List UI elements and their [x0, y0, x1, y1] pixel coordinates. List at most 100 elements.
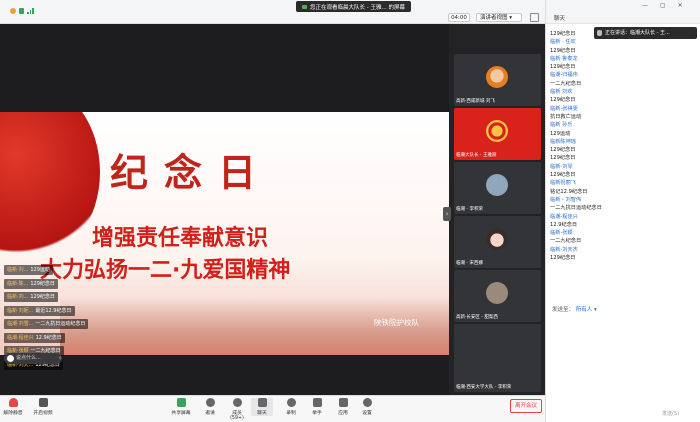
speaking-indicator: 正在讲话：临潮大队长 - 王... — [594, 27, 697, 39]
chat-title: 聊天 — [554, 16, 566, 22]
settings-button[interactable]: 设置 — [356, 398, 378, 416]
chat-button[interactable]: 聊天 — [251, 398, 273, 416]
chat-message: 129纪念日 — [550, 64, 576, 71]
chat-sender[interactable]: 临新 · 任欢 — [550, 38, 696, 46]
chat-sender[interactable]: 临新-张祺雯 — [550, 105, 696, 113]
mute-button[interactable]: 解除静音 — [2, 398, 24, 416]
video-tile[interactable]: 高新·长安区 - 甜梨西 — [454, 270, 541, 322]
chat-sender[interactable]: 临新 刘欢 — [550, 88, 696, 96]
minimize-icon[interactable]: — — [642, 2, 648, 9]
chat-sender[interactable]: 临潮-程佳兴 — [550, 213, 696, 221]
avatar — [486, 228, 508, 250]
overlay-chat-message: 临新·刘... 129纪念日 — [4, 292, 58, 302]
video-tile[interactable]: 临潮 - 宋西娜 — [454, 216, 541, 268]
overlay-chat-message: 临新·陈... 129纪念日 — [4, 278, 58, 289]
chat-message-list: 129纪念日 临新 · 任欢 129纪念日 临新·鲁泰龙 129纪念日 临潮-归福伟 一二九… — [550, 30, 696, 262]
microphone-off-icon — [8, 398, 18, 407]
chat-message: 129纪念日 — [550, 47, 576, 54]
record-button[interactable]: 录制 — [280, 398, 302, 416]
fullscreen-icon[interactable] — [530, 13, 539, 22]
chat-sender[interactable]: 临新-刘琴 — [550, 163, 696, 171]
gear-icon — [362, 398, 372, 407]
send-to-selector[interactable]: 发送至： 所有人 ▾ — [552, 305, 597, 313]
message-author: 临潮·程佳兴 — [7, 334, 34, 341]
chat-panel: 聊天 — ▢ ✕ 129纪念日 临新 · 任欢 129纪念日 临新·鲁泰龙 129纪念日… — [545, 0, 700, 422]
screen-icon — [302, 4, 307, 9]
participant-video-panel: 高新·西咸新城·刘飞 临潮大队长 - 王雅丽 临潮 - 李积荣 临潮 - 宋西娜… — [449, 24, 545, 395]
hand-icon — [312, 398, 322, 407]
add-user-icon — [205, 398, 215, 407]
send-button[interactable]: 发送(S) — [662, 410, 679, 417]
message-text: 最近12.9纪念日 — [35, 307, 72, 314]
microphone-icon — [597, 30, 602, 36]
avatar — [486, 174, 508, 196]
shield-icon — [19, 7, 24, 14]
slide-line-1: 增强责任奉献意识 — [92, 226, 269, 251]
video-tile[interactable]: 高新·西咸新城·刘飞 — [454, 54, 541, 106]
message-text: 129纪念日 — [30, 280, 55, 287]
message-text: 一二九抗日运动纪念日 — [35, 321, 86, 327]
chat-message: 一二九纪念日 — [550, 80, 582, 87]
avatar — [486, 282, 508, 304]
apps-grid-icon — [338, 398, 348, 407]
close-icon[interactable]: ✕ — [678, 2, 683, 9]
chat-message: 129纪念日 — [550, 255, 576, 262]
chat-sender[interactable]: 临新·鲁泰龙 — [550, 55, 696, 63]
overlay-chat-message: 临新·刘妮... 最近12.9纪念日 — [4, 305, 75, 316]
overlay-chat-input[interactable]: 说点什么... — [4, 353, 62, 364]
share-screen-button[interactable]: 共享屏幕 — [170, 398, 192, 416]
apps-button[interactable]: 应用 — [332, 398, 354, 416]
chat-message: 12.9纪念日 — [550, 221, 578, 228]
message-text: 129运动 — [30, 267, 50, 273]
chat-message: 一二九抗日运动纪念日 — [550, 205, 602, 212]
overlay-chat-message: 临潮·程佳兴 12.9纪念日 — [4, 332, 65, 343]
overlay-chat-message: 临新·刘... 129运动 — [4, 265, 53, 275]
chat-message: 129纪念日 — [550, 155, 576, 162]
raise-hand-button[interactable]: 举手 — [306, 398, 328, 416]
slide-organization: 陕铁院护校队 — [374, 318, 419, 327]
chat-message: 129纪念日 — [550, 147, 576, 154]
message-text: 12.9纪念日 — [35, 334, 62, 341]
meeting-timer: 04:00 — [448, 13, 470, 22]
invite-button[interactable]: 邀请 — [199, 398, 221, 416]
chat-input[interactable] — [550, 316, 697, 408]
screen-share-indicator[interactable]: 您正在观看临晨大队长 - 王雅... 的屏幕 — [296, 1, 411, 12]
status-dot-icon — [10, 7, 16, 14]
video-tile[interactable]: 临潮·西安大学大队 - 李积荣 — [454, 324, 541, 392]
chat-sender[interactable]: 临新-刘天杰 — [550, 246, 696, 254]
members-button[interactable]: 成员(59+) — [226, 398, 248, 421]
network-status[interactable] — [10, 7, 34, 14]
video-tile[interactable]: 临潮大队长 - 王雅丽 — [454, 108, 541, 160]
chevron-right-icon[interactable]: › — [443, 207, 451, 221]
video-button[interactable]: 开启视频 — [32, 398, 54, 416]
chat-message: 一二九纪念日 — [550, 238, 582, 245]
video-tile[interactable]: 临潮 - 李积荣 — [454, 162, 541, 214]
avatar — [486, 120, 508, 142]
chevron-left-icon[interactable]: ‹ — [56, 354, 64, 363]
message-author: 临新·刘... — [7, 267, 29, 273]
maximize-icon[interactable]: ▢ — [660, 2, 666, 9]
message-text: 129纪念日 — [30, 294, 55, 300]
meeting-top-bar: 您正在观看临晨大队长 - 王雅... 的屏幕 04:00 演讲者视图 ▾ — [0, 0, 545, 24]
avatar — [486, 66, 508, 88]
chat-sender[interactable]: 临潮-归福伟 — [550, 71, 696, 79]
view-mode-button[interactable]: 演讲者视图 ▾ — [476, 13, 522, 22]
leave-meeting-button[interactable]: 离开会议 — [510, 399, 542, 413]
message-author: 临新·刘妮... — [7, 307, 34, 314]
meeting-toolbar: 解除静音 开启视频 共享屏幕 邀请 成员(59+) 聊天 录制 举手 应用 设置… — [0, 395, 545, 422]
chat-message: 铭记12.9纪念日 — [550, 188, 588, 195]
chat-sender[interactable]: 临新 孙乐 — [550, 121, 696, 129]
window-controls: — ▢ ✕ — [642, 2, 683, 9]
signal-icon — [27, 7, 34, 14]
chat-message: 抗日救亡运动 — [550, 113, 582, 120]
chat-sender[interactable]: 临新-张颖 — [550, 229, 696, 237]
message-author: 临潮·刘雪... — [7, 321, 34, 327]
record-icon — [286, 398, 296, 407]
overlay-chat-message: 临潮·刘雪... 一二九抗日运动纪念日 — [4, 319, 89, 329]
chat-sender[interactable]: 临新 - 刘智伟 — [550, 196, 696, 204]
members-icon — [232, 398, 242, 407]
chat-sender[interactable]: 临新陈坤瑶 — [550, 138, 696, 146]
emoji-icon — [7, 355, 14, 362]
red-flag-graphic — [0, 112, 100, 262]
chat-sender[interactable]: 临新祝丽飞 — [550, 179, 696, 187]
